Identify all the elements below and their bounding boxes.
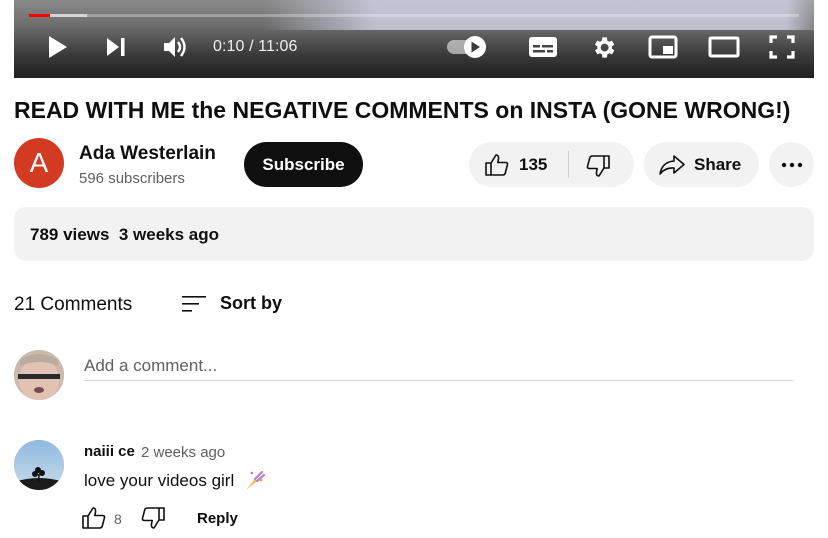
subscriber-count: 596 subscribers bbox=[79, 170, 185, 187]
comment-dislike-button[interactable] bbox=[140, 506, 166, 535]
upload-date: 3 weeks ago bbox=[118, 225, 220, 244]
autoplay-toggle[interactable] bbox=[445, 33, 489, 61]
video-player[interactable]: 0:10 / 11:06 bbox=[14, 0, 814, 78]
settings-button[interactable] bbox=[590, 33, 617, 61]
next-icon bbox=[107, 38, 125, 56]
subtitles-icon bbox=[529, 37, 557, 57]
subscribe-button[interactable]: Subscribe bbox=[244, 142, 363, 187]
sort-label[interactable]: Sort by bbox=[220, 293, 282, 314]
time-display: 0:10 / 11:06 bbox=[213, 38, 298, 55]
fullscreen-icon bbox=[769, 35, 795, 59]
theater-mode-icon bbox=[708, 36, 740, 58]
like-count: 135 bbox=[519, 155, 548, 174]
thumbs-up-icon bbox=[82, 507, 106, 529]
channel-avatar[interactable]: A bbox=[14, 138, 64, 188]
comment-author[interactable]: naiii ce bbox=[84, 443, 135, 460]
settings-gear-icon bbox=[594, 36, 615, 58]
comment-text: love your videos girl bbox=[84, 471, 235, 490]
video-title: READ WITH ME the NEGATIVE COMMENTS on IN… bbox=[14, 97, 791, 123]
description-box[interactable]: 789 views 3 weeks ago bbox=[14, 207, 814, 261]
volume-button[interactable] bbox=[162, 33, 190, 61]
add-comment-input[interactable] bbox=[84, 352, 794, 381]
thumbs-down-icon bbox=[586, 155, 610, 177]
more-actions-button[interactable] bbox=[769, 142, 814, 187]
thumbs-down-icon bbox=[141, 507, 165, 529]
view-count: 789 views bbox=[30, 225, 110, 244]
comment-time[interactable]: 2 weeks ago bbox=[141, 444, 225, 461]
next-button[interactable] bbox=[104, 33, 128, 61]
user-face-image bbox=[14, 350, 64, 400]
more-horizontal-icon bbox=[781, 162, 802, 167]
comment-like-button[interactable] bbox=[81, 506, 107, 535]
like-dislike-bar: 135 bbox=[469, 142, 634, 187]
share-button[interactable]: Share bbox=[644, 142, 759, 187]
channel-name[interactable]: Ada Westerlain bbox=[79, 143, 216, 165]
progress-bar[interactable] bbox=[29, 14, 799, 17]
reply-button[interactable]: Reply bbox=[197, 510, 238, 527]
play-button[interactable] bbox=[46, 33, 70, 61]
autoplay-toggle-icon bbox=[447, 36, 486, 58]
thumbs-up-icon bbox=[485, 154, 509, 176]
commenter-avatar[interactable] bbox=[14, 440, 64, 490]
commenter-avatar-image bbox=[14, 440, 64, 490]
view-date-line: 789 views 3 weeks ago bbox=[30, 225, 219, 245]
dislike-button[interactable] bbox=[569, 142, 634, 187]
subscribe-label: Subscribe bbox=[262, 154, 345, 174]
user-avatar bbox=[14, 350, 64, 400]
progress-played bbox=[29, 14, 50, 17]
miniplayer-button[interactable] bbox=[648, 33, 678, 61]
share-label: Share bbox=[694, 155, 742, 174]
like-button[interactable]: 135 bbox=[469, 142, 569, 187]
theater-mode-button[interactable] bbox=[708, 33, 740, 61]
sparkle-emoji-icon bbox=[246, 470, 265, 490]
miniplayer-icon bbox=[648, 35, 678, 59]
subtitles-button[interactable] bbox=[528, 33, 558, 61]
play-icon bbox=[49, 36, 67, 58]
comment-like-count: 8 bbox=[114, 511, 122, 527]
sort-button[interactable] bbox=[181, 292, 207, 316]
comment-count: 21 Comments bbox=[14, 294, 133, 315]
sort-icon bbox=[182, 296, 206, 312]
channel-avatar-letter: A bbox=[29, 147, 49, 178]
volume-icon bbox=[164, 37, 186, 57]
share-arrow-icon bbox=[659, 155, 685, 175]
fullscreen-button[interactable] bbox=[768, 33, 796, 61]
